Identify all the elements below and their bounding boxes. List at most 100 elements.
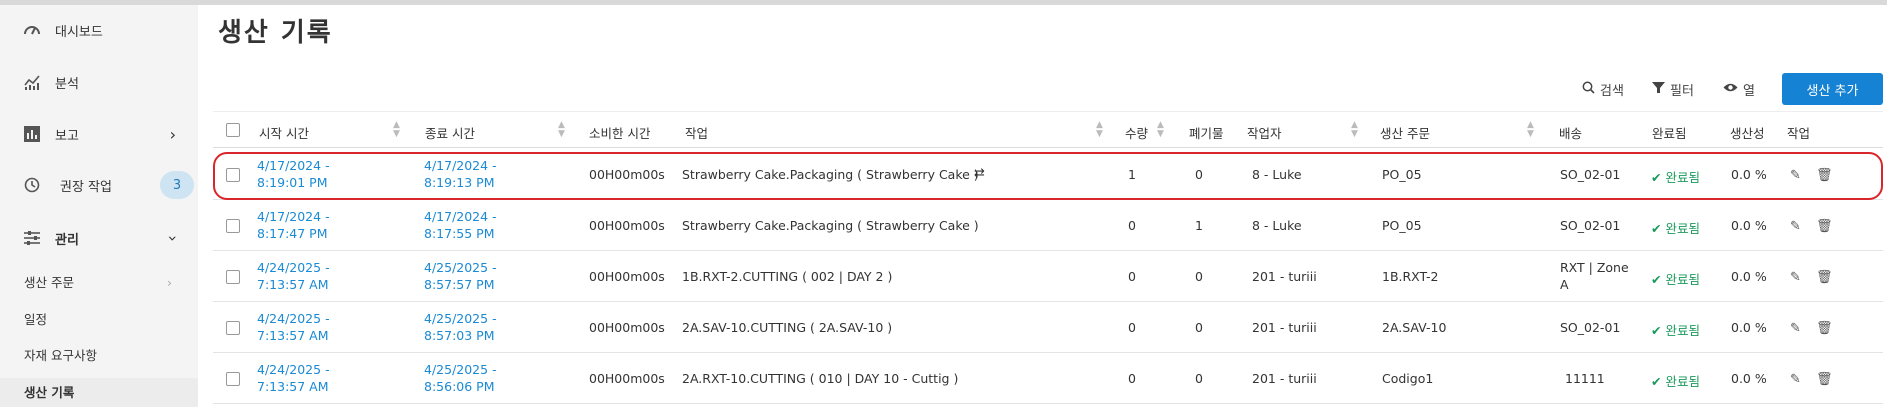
subitem-label: 생산 기록	[24, 385, 75, 400]
sidebar-item-label: 분석	[55, 76, 79, 92]
worker-cell: 201 - turiii	[1252, 320, 1317, 335]
columns-button[interactable]: 열	[1723, 80, 1755, 99]
sort-icon[interactable]: ▲ ▼	[1351, 121, 1358, 139]
sidebar-item-dashboard[interactable]: 대시보드	[0, 18, 198, 42]
edit-pencil-icon[interactable]: ✎	[1790, 372, 1804, 387]
header-worker[interactable]: 작업자	[1247, 123, 1282, 142]
header-qty[interactable]: 수량	[1125, 123, 1148, 142]
complete-status: ✔ 완료됨	[1651, 323, 1700, 338]
sidebar-item-label: 보고	[55, 128, 79, 144]
header-scrap[interactable]: 폐기물	[1189, 123, 1224, 142]
shipping-cell: SO_02-01	[1560, 218, 1621, 233]
job-cell: Strawberry Cake.Packaging ( Strawberry C…	[682, 218, 979, 233]
header-production-order[interactable]: 생산 주문	[1380, 123, 1430, 142]
check-icon: ✔	[1651, 221, 1662, 236]
edit-pencil-icon[interactable]: ✎	[1790, 270, 1804, 285]
header-end-time[interactable]: 종료 시간	[425, 123, 475, 142]
sidebar-item-label: 권장 작업	[60, 179, 112, 195]
edit-pencil-icon[interactable]: ✎	[1790, 321, 1804, 336]
scrap-cell: 0	[1195, 320, 1203, 335]
end-time-link[interactable]: 4/25/2025 -8:56:06 PM	[424, 361, 497, 395]
report-bar-icon	[22, 124, 42, 144]
row-highlight-outline	[213, 152, 1883, 200]
start-time-link[interactable]: 4/24/2025 -7:13:57 AM	[257, 361, 330, 395]
header-shipping[interactable]: 배송	[1559, 123, 1582, 142]
table-row[interactable]: 4/24/2025 -7:13:57 AM 4/25/2025 -8:57:03…	[213, 302, 1883, 353]
row-checkbox[interactable]	[226, 270, 240, 284]
sidebar-item-label: 대시보드	[55, 24, 103, 40]
elapsed-cell: 00H00m00s	[589, 269, 665, 284]
row-checkbox[interactable]	[226, 372, 240, 386]
delete-trash-icon[interactable]: 🗑	[1816, 219, 1833, 234]
edit-pencil-icon[interactable]: ✎	[1790, 219, 1804, 234]
analytics-chart-icon	[22, 72, 42, 92]
production-order-cell: PO_05	[1382, 218, 1422, 233]
sidebar-subitem-schedule[interactable]: 일정	[0, 310, 198, 330]
start-time-link[interactable]: 4/17/2024 -8:17:47 PM	[257, 208, 330, 242]
complete-status: ✔ 완료됨	[1651, 374, 1700, 389]
header-job[interactable]: 작업	[685, 123, 708, 142]
row-checkbox[interactable]	[226, 219, 240, 233]
sidebar-item-recommended[interactable]: 권장 작업 3	[0, 171, 198, 199]
sidebar-subitem-production-records[interactable]: 생산 기록	[0, 378, 198, 407]
worker-cell: 8 - Luke	[1252, 218, 1302, 233]
check-icon: ✔	[1651, 272, 1662, 287]
header-complete[interactable]: 완료됨	[1652, 123, 1687, 142]
worker-cell: 201 - turiii	[1252, 269, 1317, 284]
dashboard-gauge-icon	[22, 20, 42, 40]
job-cell: 2A.RXT-10.CUTTING ( 010 | DAY 10 - Cutti…	[682, 371, 959, 386]
end-time-link[interactable]: 4/17/2024 -8:17:55 PM	[424, 208, 497, 242]
shipping-cell: RXT | Zone A	[1560, 260, 1629, 292]
search-label: 검색	[1600, 84, 1624, 99]
row-checkbox[interactable]	[226, 321, 240, 335]
end-time-link[interactable]: 4/25/2025 -8:57:03 PM	[424, 310, 497, 344]
start-time-link[interactable]: 4/24/2025 -7:13:57 AM	[257, 259, 330, 293]
header-start-time[interactable]: 시작 시간	[259, 123, 309, 142]
search-icon	[1582, 81, 1595, 98]
shipping-cell: 11111	[1565, 371, 1605, 386]
job-cell: 1B.RXT-2.CUTTING ( 002 | DAY 2 )	[682, 269, 893, 284]
sort-icon[interactable]: ▲ ▼	[558, 121, 565, 139]
start-time-link[interactable]: 4/24/2025 -7:13:57 AM	[257, 310, 330, 344]
page-title: 생산 기록	[218, 18, 333, 48]
sidebar-item-management[interactable]: 관리 ›	[0, 226, 198, 250]
qty-cell: 0	[1128, 218, 1136, 233]
elapsed-cell: 00H00m00s	[589, 320, 665, 335]
elapsed-cell: 00H00m00s	[589, 218, 665, 233]
sidebar-item-reports[interactable]: 보고 ›	[0, 122, 198, 146]
job-cell: 2A.SAV-10.CUTTING ( 2A.SAV-10 )	[682, 320, 893, 335]
delete-trash-icon[interactable]: 🗑	[1816, 270, 1833, 285]
sidebar-subitem-material-requirements[interactable]: 자재 요구사항	[0, 346, 198, 366]
delete-trash-icon[interactable]: 🗑	[1816, 321, 1833, 336]
select-all-checkbox[interactable]	[226, 123, 240, 137]
delete-trash-icon[interactable]: 🗑	[1816, 372, 1833, 387]
sort-icon[interactable]: ▲ ▼	[393, 121, 400, 139]
filter-label: 필터	[1670, 84, 1694, 99]
table-row[interactable]: 4/24/2025 -7:13:57 AM 4/25/2025 -8:56:06…	[213, 353, 1883, 404]
production-order-cell: 1B.RXT-2	[1382, 269, 1439, 284]
columns-label: 열	[1743, 84, 1755, 99]
sidebar-item-analytics[interactable]: 분석	[0, 70, 198, 94]
production-order-cell: 2A.SAV-10	[1382, 320, 1447, 335]
sort-icon[interactable]: ▲ ▼	[1096, 121, 1103, 139]
sort-icon[interactable]: ▲ ▼	[1157, 121, 1164, 139]
sort-icon[interactable]: ▲ ▼	[1527, 121, 1534, 139]
chevron-right-icon: ›	[169, 124, 176, 144]
qty-cell: 0	[1128, 320, 1136, 335]
header-productivity[interactable]: 생산성	[1730, 123, 1765, 142]
sidebar-subitem-production-orders[interactable]: 생산 주문 ›	[0, 273, 198, 293]
scrap-cell: 1	[1195, 218, 1203, 233]
filter-button[interactable]: 필터	[1652, 80, 1694, 99]
search-button[interactable]: 검색	[1582, 80, 1624, 99]
top-bar	[0, 0, 1887, 5]
header-elapsed[interactable]: 소비한 시간	[589, 123, 650, 142]
scrap-cell: 0	[1195, 371, 1203, 386]
table-row[interactable]: 4/24/2025 -7:13:57 AM 4/25/2025 -8:57:57…	[213, 251, 1883, 302]
table-row[interactable]: 4/17/2024 -8:17:47 PM 4/17/2024 -8:17:55…	[213, 200, 1883, 251]
elapsed-cell: 00H00m00s	[589, 371, 665, 386]
qty-cell: 0	[1128, 269, 1136, 284]
sidebar-item-label: 관리	[55, 232, 79, 248]
end-time-link[interactable]: 4/25/2025 -8:57:57 PM	[424, 259, 497, 293]
add-production-button[interactable]: 생산 추가	[1782, 73, 1883, 105]
subitem-label: 일정	[24, 312, 48, 327]
